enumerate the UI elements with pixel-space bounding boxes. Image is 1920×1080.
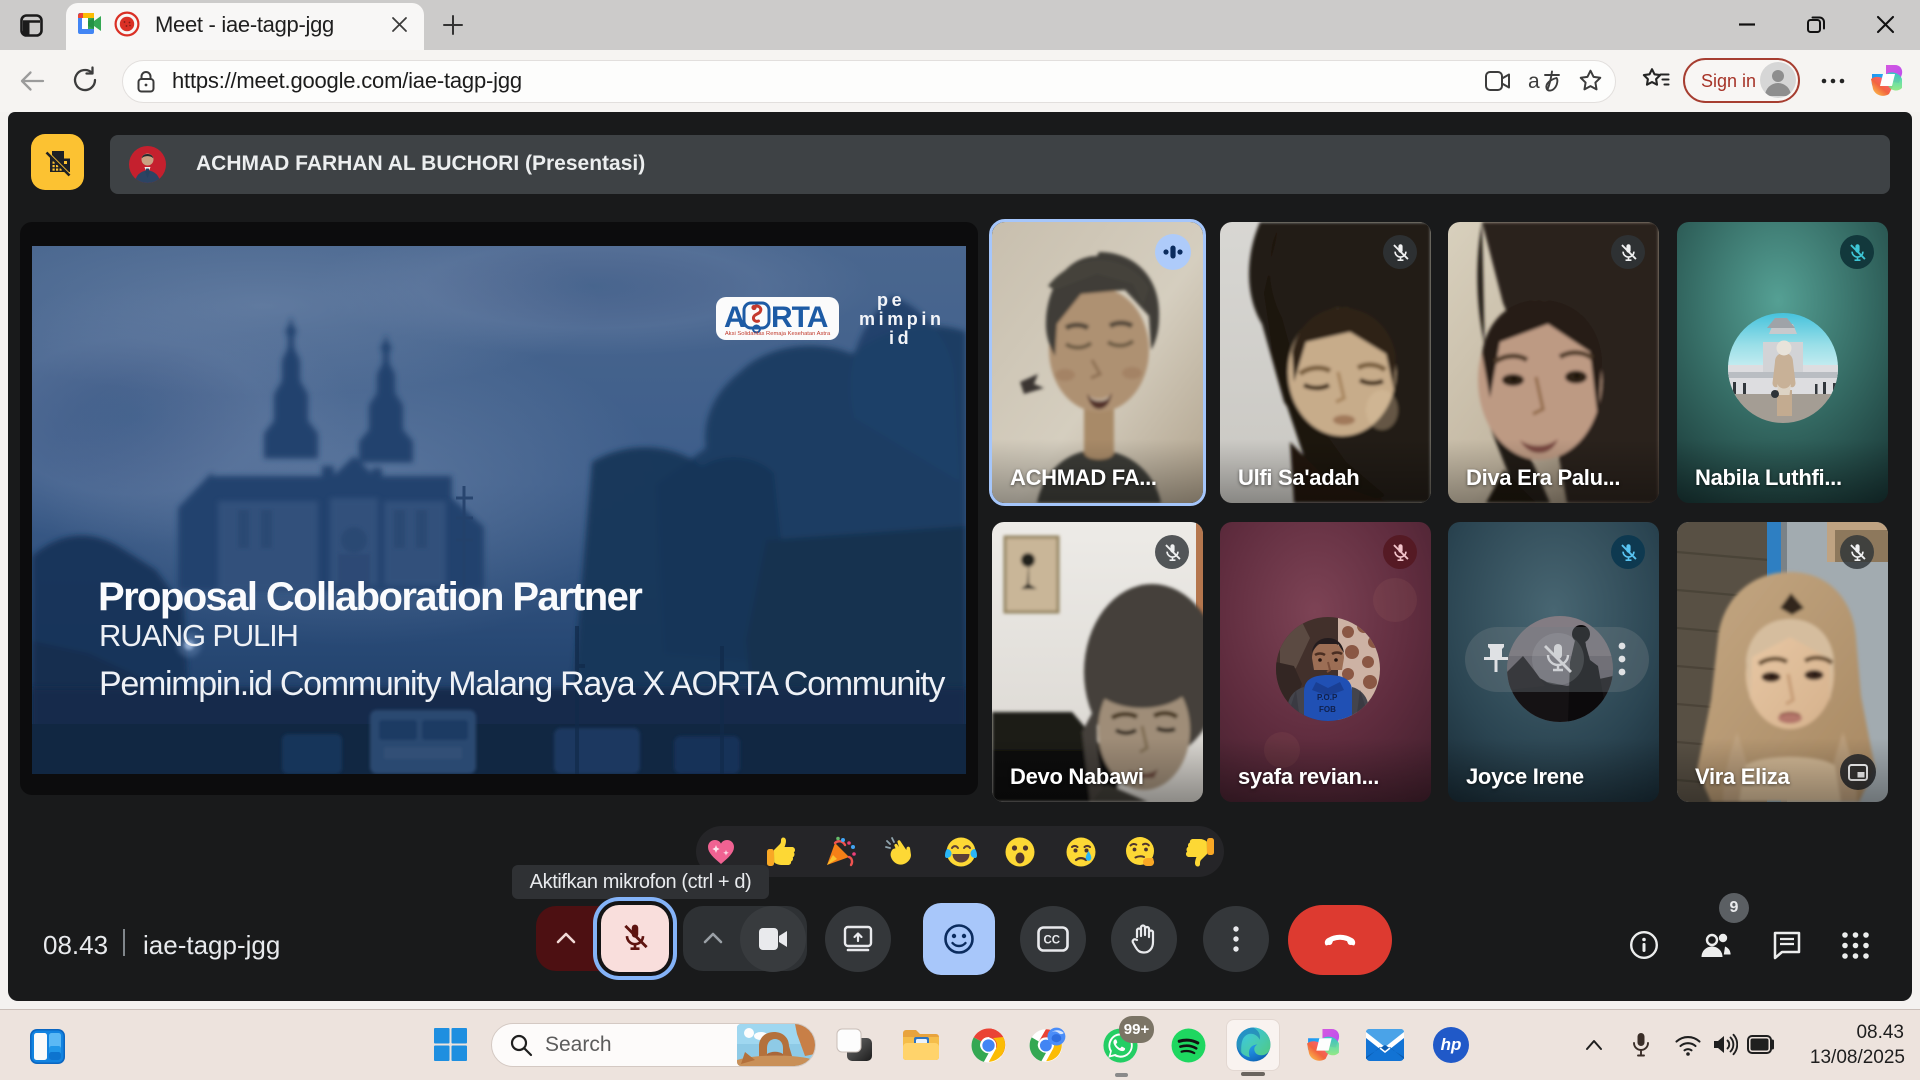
svg-text:RUANG PULIH: RUANG PULIH	[99, 618, 298, 653]
svg-text:mimpin: mimpin	[859, 309, 945, 329]
svg-text:RTA: RTA	[771, 301, 828, 334]
svg-text:A: A	[724, 301, 745, 334]
svg-text:Aksi Solidaritas Remaja Keseha: Aksi Solidaritas Remaja Kesehatan Astra	[725, 331, 831, 337]
svg-text:pe: pe	[877, 290, 905, 310]
svg-text:FOB: FOB	[1319, 705, 1336, 714]
svg-text:id: id	[889, 328, 912, 348]
svg-text:Pemimpin.id Community Malang R: Pemimpin.id Community Malang Raya X AORT…	[99, 665, 945, 703]
svg-text:P.O.P: P.O.P	[1317, 693, 1338, 702]
svg-text:Proposal Collaboration Partner: Proposal Collaboration Partner	[98, 575, 642, 619]
svg-text:CC: CC	[1044, 935, 1061, 947]
